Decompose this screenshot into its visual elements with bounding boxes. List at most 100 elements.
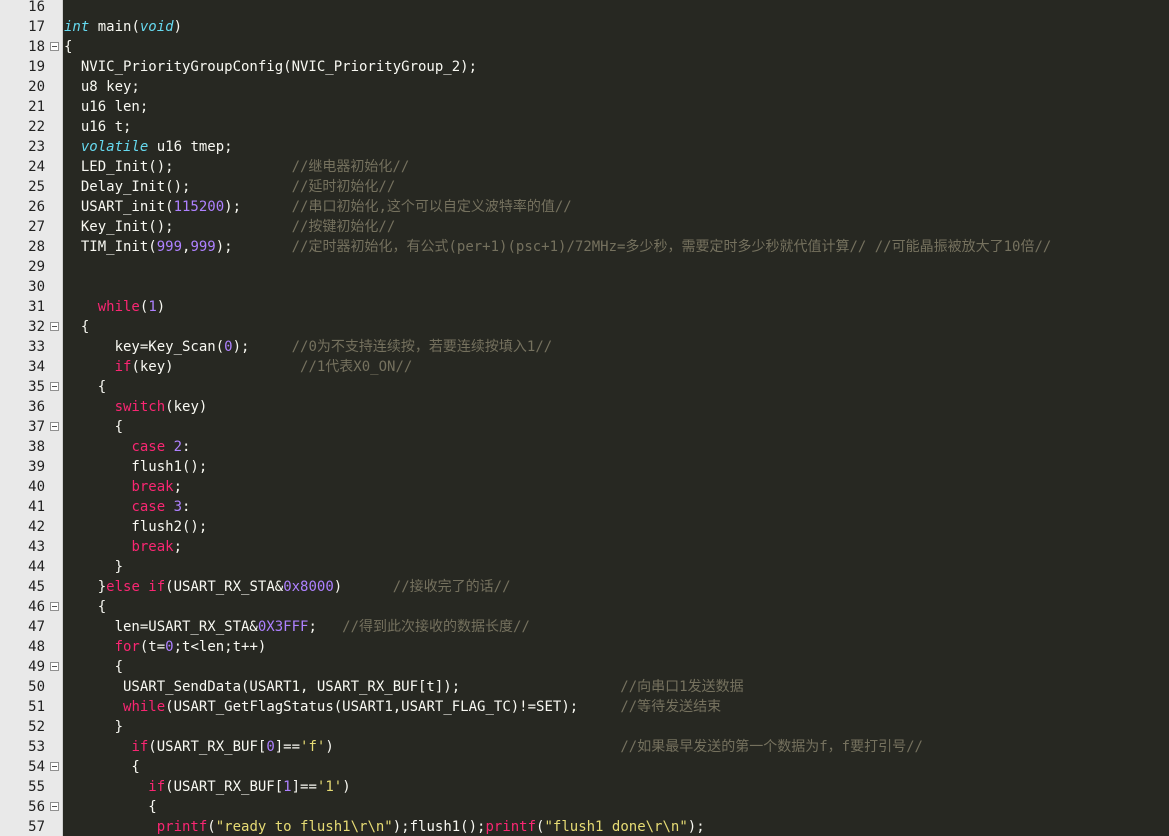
code-text: {	[64, 797, 156, 817]
code-line[interactable]: 50 USART_SendData(USART1, USART_RX_BUF[t…	[0, 677, 1169, 697]
code-line[interactable]: 48 for(t=0;t<len;t++)	[0, 637, 1169, 657]
code-token: :	[182, 439, 191, 455]
code-line[interactable]: 40 break;	[0, 477, 1169, 497]
code-line[interactable]: 26 USART_init(115200); //串口初始化,这个可以自定义波特…	[0, 197, 1169, 217]
fold-collapse-icon[interactable]	[50, 42, 59, 51]
code-line[interactable]: 36 switch(key)	[0, 397, 1169, 417]
code-token: );flush1();	[392, 819, 486, 835]
code-line[interactable]: 18 {	[0, 37, 1169, 57]
code-line[interactable]: 17 int main(void)	[0, 17, 1169, 37]
code-text: LED_Init(); //继电器初始化//	[64, 157, 409, 177]
code-token: (key)	[165, 399, 208, 415]
fold-collapse-icon[interactable]	[50, 602, 59, 611]
code-token: }	[64, 579, 107, 595]
fold-collapse-icon[interactable]	[50, 802, 59, 811]
code-line[interactable]: 44 }	[0, 557, 1169, 577]
code-token: u16 t;	[64, 119, 132, 135]
fold-collapse-icon[interactable]	[50, 662, 59, 671]
fold-collapse-icon[interactable]	[50, 322, 59, 331]
code-text: Delay_Init(); //延时初始化//	[64, 177, 395, 197]
code-text: while(USART_GetFlagStatus(USART1,USART_F…	[64, 697, 721, 717]
fold-collapse-icon[interactable]	[50, 762, 59, 771]
code-token: for	[114, 639, 140, 655]
code-line[interactable]: 53 if(USART_RX_BUF[0]=='f') //如果最早发送的第一个…	[0, 737, 1169, 757]
code-line[interactable]: 31 while(1)	[0, 297, 1169, 317]
code-text: TIM_Init(999,999); //定时器初始化，有公式(per+1)(p…	[64, 237, 1051, 257]
code-line[interactable]: 29	[0, 257, 1169, 277]
code-line[interactable]: 28 TIM_Init(999,999); //定时器初始化，有公式(per+1…	[0, 237, 1169, 257]
code-line[interactable]: 32 {	[0, 317, 1169, 337]
code-token: {	[64, 379, 107, 395]
code-line[interactable]: 45 }else if(USART_RX_STA&0x8000) //接收完了的…	[0, 577, 1169, 597]
code-token: //继电器初始化//	[291, 159, 410, 175]
code-line[interactable]: 16	[0, 0, 1169, 17]
line-number: 39	[28, 459, 45, 475]
code-line[interactable]: 39 flush1();	[0, 457, 1169, 477]
code-text: {	[64, 757, 139, 777]
code-line[interactable]: 41 case 3:	[0, 497, 1169, 517]
code-line[interactable]: 25 Delay_Init(); //延时初始化//	[0, 177, 1169, 197]
code-text: key=Key_Scan(0); //0为不支持连续按，若要连续按填入1//	[64, 337, 553, 357]
code-token: 115200	[173, 199, 225, 215]
code-line[interactable]: 49 {	[0, 657, 1169, 677]
code-line[interactable]: 22 u16 t;	[0, 117, 1169, 137]
code-line[interactable]: 47 len=USART_RX_STA&0X3FFF; //得到此次接收的数据长…	[0, 617, 1169, 637]
code-line[interactable]: 34 if(key) //1代表X0_ON//	[0, 357, 1169, 377]
code-text: break;	[64, 537, 182, 557]
code-line[interactable]: 19 NVIC_PriorityGroupConfig(NVIC_Priorit…	[0, 57, 1169, 77]
code-token: flush2();	[64, 519, 208, 535]
code-line[interactable]: 35 {	[0, 377, 1169, 397]
code-line[interactable]: 55 if(USART_RX_BUF[1]=='1')	[0, 777, 1169, 797]
code-token: "flush1 done\r\n"	[544, 819, 688, 835]
code-editor[interactable]: 16 17 int main(void) 18 {19 NVIC_PriorityGro…	[0, 0, 1169, 836]
code-token: (USART_RX_BUF[	[148, 739, 267, 755]
code-line[interactable]: 54 {	[0, 757, 1169, 777]
code-token: ;t<len;t++)	[173, 639, 267, 655]
code-text: case 2:	[64, 437, 190, 457]
code-line[interactable]: 37 {	[0, 417, 1169, 437]
code-text: USART_init(115200); //串口初始化,这个可以自定义波特率的值…	[64, 197, 572, 217]
fold-collapse-icon[interactable]	[50, 382, 59, 391]
code-token: 999	[190, 239, 216, 255]
code-text: {	[64, 37, 72, 57]
code-token: USART_init(	[64, 199, 174, 215]
code-token: //定时器初始化，有公式(per+1)(psc+1)/72MHz=多少秒，需要定…	[291, 239, 1052, 255]
code-token: //串口初始化,这个可以自定义波特率的值//	[291, 199, 572, 215]
code-line[interactable]: 27 Key_Init(); //按键初始化//	[0, 217, 1169, 237]
code-line[interactable]: 30	[0, 277, 1169, 297]
code-token: );	[224, 199, 292, 215]
code-token: len=USART_RX_STA&	[64, 619, 258, 635]
code-text: if(USART_RX_BUF[0]=='f') //如果最早发送的第一个数据为…	[64, 737, 923, 757]
code-line[interactable]: 33 key=Key_Scan(0); //0为不支持连续按，若要连续按填入1/…	[0, 337, 1169, 357]
line-number: 46	[28, 599, 45, 615]
code-line[interactable]: 57 printf("ready to flush1\r\n");flush1(…	[0, 817, 1169, 836]
code-line[interactable]: 24 LED_Init(); //继电器初始化//	[0, 157, 1169, 177]
code-line[interactable]: 38 case 2:	[0, 437, 1169, 457]
code-text: flush2();	[64, 517, 207, 537]
code-line[interactable]: 23 volatile u16 tmep;	[0, 137, 1169, 157]
code-token: volatile	[80, 139, 149, 155]
fold-collapse-icon[interactable]	[50, 422, 59, 431]
code-text: volatile u16 tmep;	[64, 137, 233, 157]
code-line[interactable]: 46 {	[0, 597, 1169, 617]
code-line[interactable]: 20 u8 key;	[0, 77, 1169, 97]
code-line[interactable]: 52 }	[0, 717, 1169, 737]
code-token: )	[342, 779, 351, 795]
code-token: //等待发送结束	[620, 699, 722, 715]
line-number: 28	[28, 239, 45, 255]
line-number: 35	[28, 379, 45, 395]
code-token: 0	[266, 739, 275, 755]
code-line[interactable]: 43 break;	[0, 537, 1169, 557]
code-line[interactable]: 51 while(USART_GetFlagStatus(USART1,USAR…	[0, 697, 1169, 717]
code-token: TIM_Init(	[64, 239, 157, 255]
code-line[interactable]: 56 {	[0, 797, 1169, 817]
code-text: }	[64, 557, 123, 577]
code-token: (USART_RX_BUF[	[165, 779, 284, 795]
code-line[interactable]: 21 u16 len;	[0, 97, 1169, 117]
code-line[interactable]: 42 flush2();	[0, 517, 1169, 537]
line-number: 49	[28, 659, 45, 675]
